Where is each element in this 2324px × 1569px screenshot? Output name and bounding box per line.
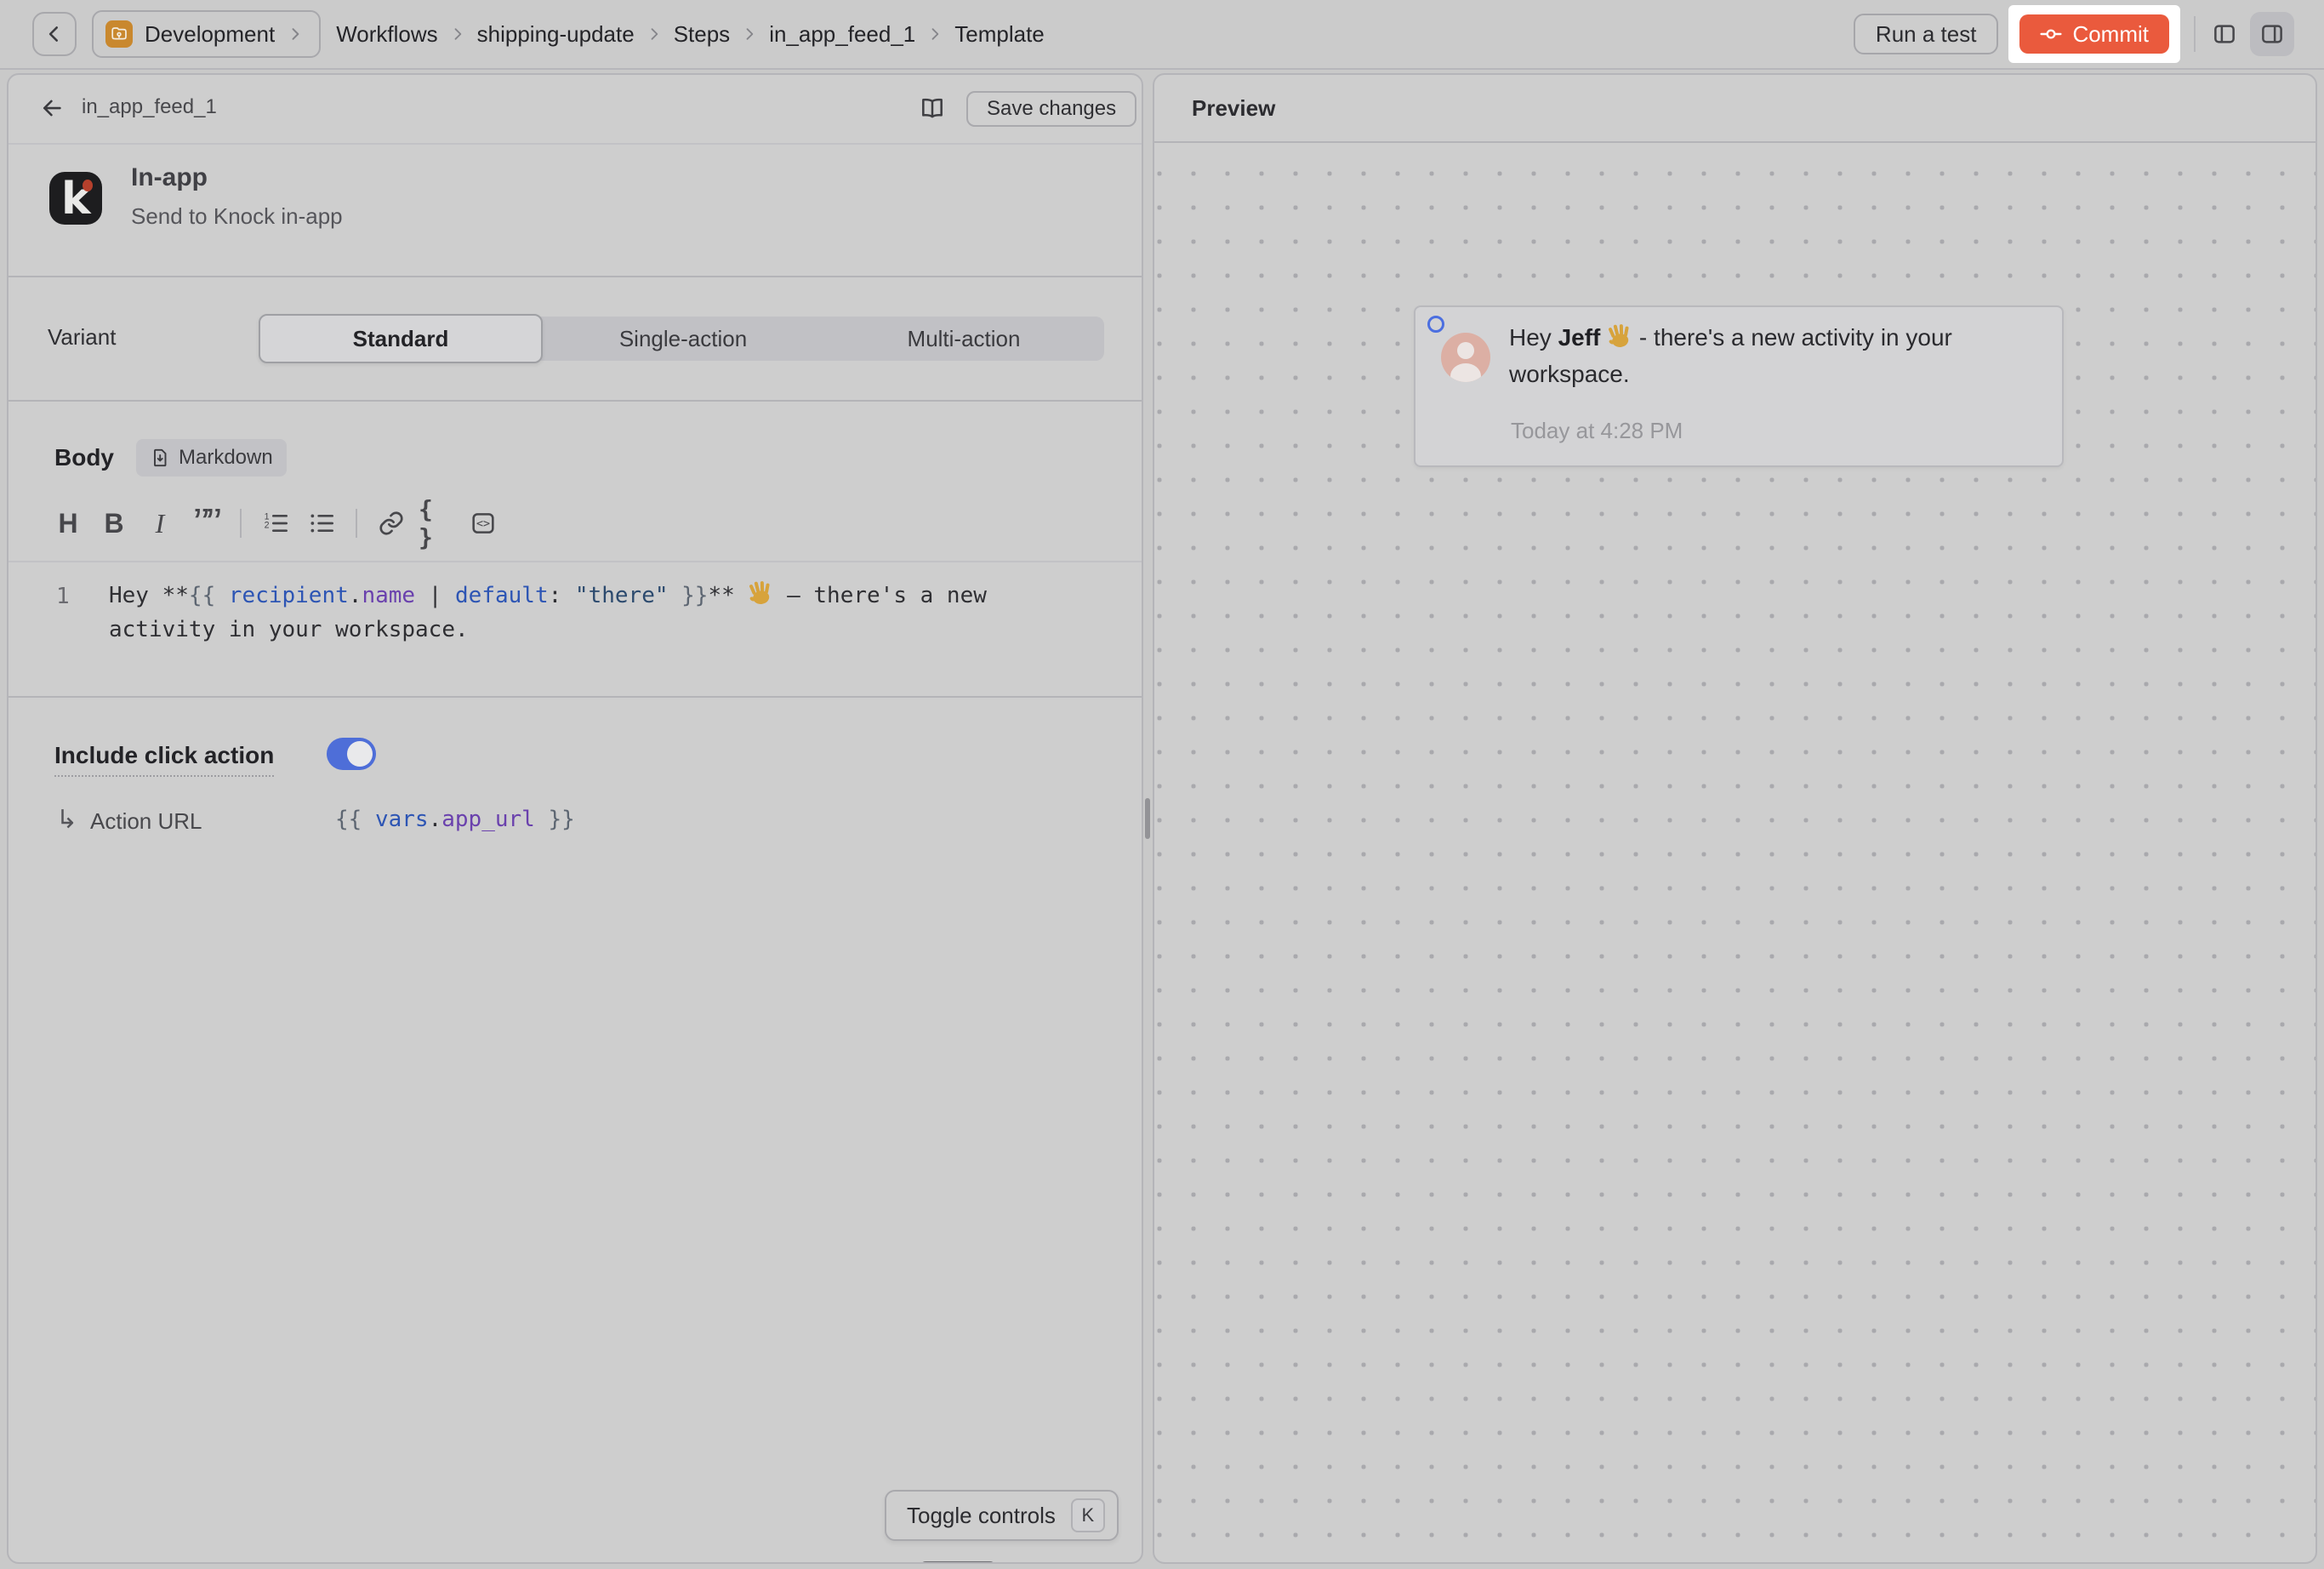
channel-name: In-app	[131, 163, 208, 192]
avatar	[1441, 333, 1490, 382]
include-click-action-toggle[interactable]	[327, 738, 376, 770]
commit-button-label: Commit	[2072, 21, 2149, 48]
divider	[9, 561, 1142, 562]
variant-segmented-control: Standard Single-action Multi-action	[259, 317, 1104, 361]
notification-preview-card[interactable]: Hey Jeff - there's a new activity in you…	[1414, 305, 2064, 467]
avatar-person-icon	[1457, 342, 1474, 359]
chevron-right-icon	[449, 26, 466, 43]
panel-left-icon	[2212, 21, 2237, 47]
chevron-right-icon	[646, 26, 663, 43]
divider	[356, 509, 357, 538]
editor-line-number: 1	[56, 584, 70, 609]
format-badge[interactable]: Markdown	[136, 439, 287, 476]
wave-emoji-icon	[746, 579, 775, 608]
run-a-test-button[interactable]: Run a test	[1854, 14, 1999, 54]
format-badge-label: Markdown	[179, 446, 273, 470]
body-label: Body	[54, 444, 114, 471]
branch-arrow-icon: ↳	[56, 805, 77, 835]
svg-text:<>: <>	[476, 518, 490, 531]
unread-indicator	[1427, 316, 1444, 333]
avatar-person-icon	[1450, 363, 1481, 382]
back-button[interactable]	[32, 12, 77, 56]
variant-option-standard[interactable]: Standard	[259, 314, 543, 363]
panel-right-icon	[2259, 21, 2285, 47]
right-panel-toggle[interactable]	[2250, 12, 2294, 56]
include-click-action-label: Include click action	[54, 742, 274, 777]
editor-panel-header: in_app_feed_1 Save changes	[9, 75, 1142, 143]
variant-option-multi-action[interactable]: Multi-action	[823, 317, 1104, 361]
body-section-header: Body Markdown	[54, 439, 287, 476]
divider	[9, 276, 1142, 277]
bullet-list-icon[interactable]	[303, 505, 340, 542]
file-download-icon	[150, 448, 170, 468]
action-url-value[interactable]: {{ vars.app_url }}	[335, 807, 575, 832]
italic-icon[interactable]: I	[141, 505, 179, 542]
template-editor-panel: in_app_feed_1 Save changes k In-app Send…	[7, 73, 1143, 1564]
variable-braces-icon[interactable]: { }	[419, 505, 456, 542]
notification-timestamp: Today at 4:28 PM	[1511, 418, 1683, 444]
top-bar: Development Workflows shipping-update St…	[0, 0, 2324, 70]
wave-emoji-icon	[1605, 322, 1634, 351]
git-commit-icon	[2040, 23, 2062, 45]
breadcrumb-steps[interactable]: Steps	[674, 21, 731, 48]
chevron-down-icon	[287, 26, 304, 43]
breadcrumb-template[interactable]: Template	[954, 21, 1045, 48]
notification-message: Hey Jeff - there's a new activity in you…	[1509, 319, 2019, 392]
toggle-controls-label: Toggle controls	[907, 1503, 1056, 1529]
chevron-right-icon	[741, 26, 758, 43]
markdown-toolbar: H B I ”” 12 { } <>	[49, 504, 502, 543]
variant-label: Variant	[48, 324, 116, 351]
breadcrumb-step-key[interactable]: in_app_feed_1	[769, 21, 915, 48]
divider	[9, 696, 1142, 698]
preview-title: Preview	[1192, 95, 1275, 122]
knock-channel-logo: k	[49, 172, 102, 225]
breadcrumb-workflows[interactable]: Workflows	[336, 21, 437, 48]
breadcrumb-workflow-key[interactable]: shipping-update	[477, 21, 635, 48]
arrow-left-icon[interactable]	[39, 95, 65, 121]
docs-book-icon[interactable]	[919, 94, 946, 122]
code-block-icon[interactable]: <>	[464, 505, 502, 542]
action-url-label: Action URL	[90, 808, 202, 835]
divider	[9, 400, 1142, 402]
toggle-knob	[347, 741, 373, 767]
breadcrumb-trail: Workflows shipping-update Steps in_app_f…	[336, 21, 1045, 48]
divider	[240, 509, 242, 538]
channel-description: Send to Knock in-app	[131, 203, 343, 230]
commit-spotlight: Commit	[2008, 5, 2180, 63]
environment-selector[interactable]: Development	[92, 10, 321, 58]
knock-logo-dot	[83, 180, 93, 191]
step-title: in_app_feed_1	[82, 95, 217, 119]
preview-canvas: Hey Jeff - there's a new activity in you…	[1154, 145, 2315, 1562]
toggle-controls-button[interactable]: Toggle controls K	[885, 1490, 1119, 1541]
environment-label: Development	[145, 21, 275, 48]
divider	[9, 143, 1142, 145]
blockquote-icon[interactable]: ””	[187, 509, 225, 538]
divider	[2194, 16, 2196, 52]
left-panel-toggle[interactable]	[2209, 19, 2240, 49]
variant-option-single-action[interactable]: Single-action	[543, 317, 823, 361]
ordered-list-icon[interactable]: 12	[257, 505, 294, 542]
environment-folder-icon	[105, 20, 133, 48]
body-code-editor[interactable]: Hey **{{ recipient.name | default: "ther…	[109, 579, 1045, 647]
preview-header: Preview	[1154, 75, 2315, 143]
preview-panel: Preview Hey Jeff - there's a new activit…	[1153, 73, 2317, 1564]
breadcrumb: Development Workflows shipping-update St…	[32, 10, 1045, 58]
chevron-right-icon	[926, 26, 943, 43]
top-bar-actions: Run a test Commit	[1854, 5, 2294, 63]
save-changes-button[interactable]: Save changes	[966, 91, 1136, 127]
heading-icon[interactable]: H	[49, 505, 87, 542]
bold-icon[interactable]: B	[95, 505, 133, 542]
panel-resize-handle[interactable]	[1145, 798, 1150, 839]
commit-button[interactable]: Commit	[2019, 14, 2169, 54]
svg-text:2: 2	[265, 520, 270, 530]
chevron-left-icon	[43, 23, 66, 45]
link-icon[interactable]	[373, 505, 410, 542]
hidden-controls-tab[interactable]	[920, 1561, 995, 1564]
shortcut-key-badge: K	[1071, 1498, 1105, 1532]
